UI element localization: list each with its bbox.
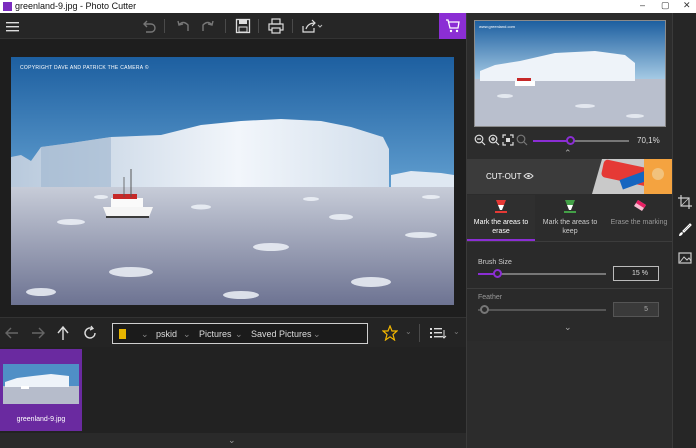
undo-icon[interactable] bbox=[174, 17, 192, 35]
cart-button[interactable] bbox=[439, 13, 466, 39]
undo-history-icon[interactable] bbox=[140, 17, 158, 35]
main-photo[interactable]: COPYRIGHT DAVE AND PATRICK THE CAMERA © bbox=[11, 57, 454, 305]
image-icon[interactable] bbox=[678, 251, 692, 265]
minimize-button[interactable]: – bbox=[640, 0, 645, 10]
cutout-header[interactable]: CUT-OUT bbox=[467, 159, 673, 194]
sort-icon[interactable] bbox=[429, 326, 447, 340]
print-icon[interactable] bbox=[267, 17, 285, 35]
breadcrumb-item[interactable]: Pictures bbox=[199, 329, 232, 339]
up-arrow-icon[interactable] bbox=[56, 325, 70, 341]
chevron-down-icon[interactable]: ⌄ bbox=[453, 327, 460, 336]
brush-icon[interactable] bbox=[678, 223, 692, 237]
forward-arrow-icon[interactable] bbox=[30, 326, 46, 340]
feather-slider-handle[interactable] bbox=[479, 305, 489, 314]
breadcrumb-item[interactable]: Saved Pictures bbox=[251, 329, 312, 339]
feather-input[interactable]: 5 bbox=[613, 302, 659, 317]
eye-icon[interactable] bbox=[523, 172, 534, 180]
save-icon[interactable] bbox=[234, 17, 252, 35]
main-toolbar bbox=[0, 13, 466, 39]
preview-caption: www.greenland.com bbox=[479, 24, 516, 29]
eraser-icon bbox=[634, 200, 646, 211]
section-divider bbox=[467, 288, 673, 289]
mode-erase-marking[interactable]: Erase the marking bbox=[605, 195, 673, 241]
folder-icon bbox=[119, 329, 126, 339]
zoom-out-icon[interactable] bbox=[474, 134, 486, 146]
toolbar-divider bbox=[419, 324, 420, 342]
star-icon[interactable] bbox=[382, 325, 398, 341]
zoom-in-icon[interactable] bbox=[488, 134, 500, 146]
thumbnail-filename: greenland-9.jpg bbox=[16, 416, 66, 423]
refresh-icon[interactable] bbox=[82, 325, 98, 341]
feather-label: Feather bbox=[478, 294, 503, 301]
navigator-preview[interactable]: www.greenland.com bbox=[474, 20, 666, 127]
brush-options: Brush Size 15 % Feather 5 ⌄ bbox=[467, 241, 673, 341]
title-bar: greenland-9.jpg - Photo Cutter – ▢ ✕ bbox=[0, 0, 696, 13]
window-title: greenland-9.jpg - Photo Cutter bbox=[15, 1, 137, 11]
chevron-down-icon[interactable]: ⌄ bbox=[313, 329, 321, 340]
chevron-down-icon[interactable]: ⌄ bbox=[141, 329, 149, 340]
toolbar-divider bbox=[292, 19, 293, 33]
brush-size-label: Brush Size bbox=[478, 259, 512, 266]
breadcrumb-item[interactable]: pskid bbox=[156, 329, 177, 339]
iceberg-photo bbox=[11, 57, 454, 305]
back-arrow-icon[interactable] bbox=[4, 326, 20, 340]
mode-keep-label: Mark the areas to keep bbox=[542, 219, 598, 235]
path-breadcrumb[interactable]: ⌄ pskid ⌄ Pictures ⌄ Saved Pictures ⌄ bbox=[112, 323, 368, 344]
cutout-banner-image bbox=[562, 159, 673, 194]
mode-erase-label: Mark the areas to erase bbox=[473, 219, 529, 235]
red-marker-icon bbox=[495, 200, 507, 213]
redo-icon[interactable] bbox=[199, 17, 217, 35]
fit-to-screen-icon[interactable] bbox=[502, 134, 514, 146]
chevron-down-icon[interactable]: ⌄ bbox=[183, 329, 191, 340]
right-tool-rail bbox=[672, 13, 696, 448]
actual-size-icon[interactable] bbox=[516, 134, 528, 146]
marking-modes: Mark the areas to erase Mark the areas t… bbox=[467, 195, 673, 241]
toolbar-divider bbox=[258, 19, 259, 33]
zoom-level: 70,1% bbox=[637, 136, 660, 145]
mode-erase-marking-label: Erase the marking bbox=[610, 219, 668, 226]
mode-erase[interactable]: Mark the areas to erase bbox=[467, 195, 535, 241]
chevron-down-icon[interactable]: ⌄ bbox=[235, 329, 243, 340]
share-icon[interactable] bbox=[300, 17, 324, 35]
brush-size-slider-handle[interactable] bbox=[492, 269, 502, 278]
chevron-up-icon[interactable]: ⌃ bbox=[564, 148, 572, 159]
toolbar-divider bbox=[164, 19, 165, 33]
filmstrip: greenland-9.jpg ⌄ bbox=[0, 347, 466, 448]
image-canvas[interactable]: COPYRIGHT DAVE AND PATRICK THE CAMERA © bbox=[0, 39, 466, 317]
app-icon bbox=[3, 2, 12, 11]
zoom-slider-fill bbox=[533, 140, 570, 142]
maximize-button[interactable]: ▢ bbox=[661, 0, 670, 11]
feather-slider[interactable] bbox=[478, 309, 606, 311]
brush-size-input[interactable]: 15 % bbox=[613, 266, 659, 281]
mode-keep[interactable]: Mark the areas to keep bbox=[536, 195, 604, 241]
chevron-down-icon[interactable]: ⌄ bbox=[405, 327, 412, 336]
tools-panel: www.greenland.com 70,1% ⌃ CUT-OUT Mark t… bbox=[466, 13, 673, 448]
thumbnail-item[interactable]: greenland-9.jpg bbox=[0, 349, 82, 431]
file-navigator: ⌄ pskid ⌄ Pictures ⌄ Saved Pictures ⌄ ⌄ … bbox=[0, 317, 466, 347]
filmstrip-footer: ⌄ bbox=[0, 433, 466, 448]
cutout-label: CUT-OUT bbox=[486, 172, 522, 181]
chevron-down-icon[interactable]: ⌄ bbox=[564, 322, 572, 333]
zoom-slider-handle[interactable] bbox=[565, 136, 575, 145]
toolbar-divider bbox=[225, 19, 226, 33]
cart-icon bbox=[446, 19, 460, 33]
zoom-controls: 70,1% bbox=[467, 131, 673, 149]
hamburger-menu-icon[interactable] bbox=[4, 17, 22, 35]
green-marker-icon bbox=[564, 200, 576, 213]
thumbnail-image bbox=[3, 364, 79, 404]
close-button[interactable]: ✕ bbox=[683, 0, 691, 11]
copyright-watermark: COPYRIGHT DAVE AND PATRICK THE CAMERA © bbox=[20, 65, 149, 71]
chevron-down-icon[interactable]: ⌄ bbox=[228, 435, 236, 446]
crop-icon[interactable] bbox=[678, 195, 692, 209]
